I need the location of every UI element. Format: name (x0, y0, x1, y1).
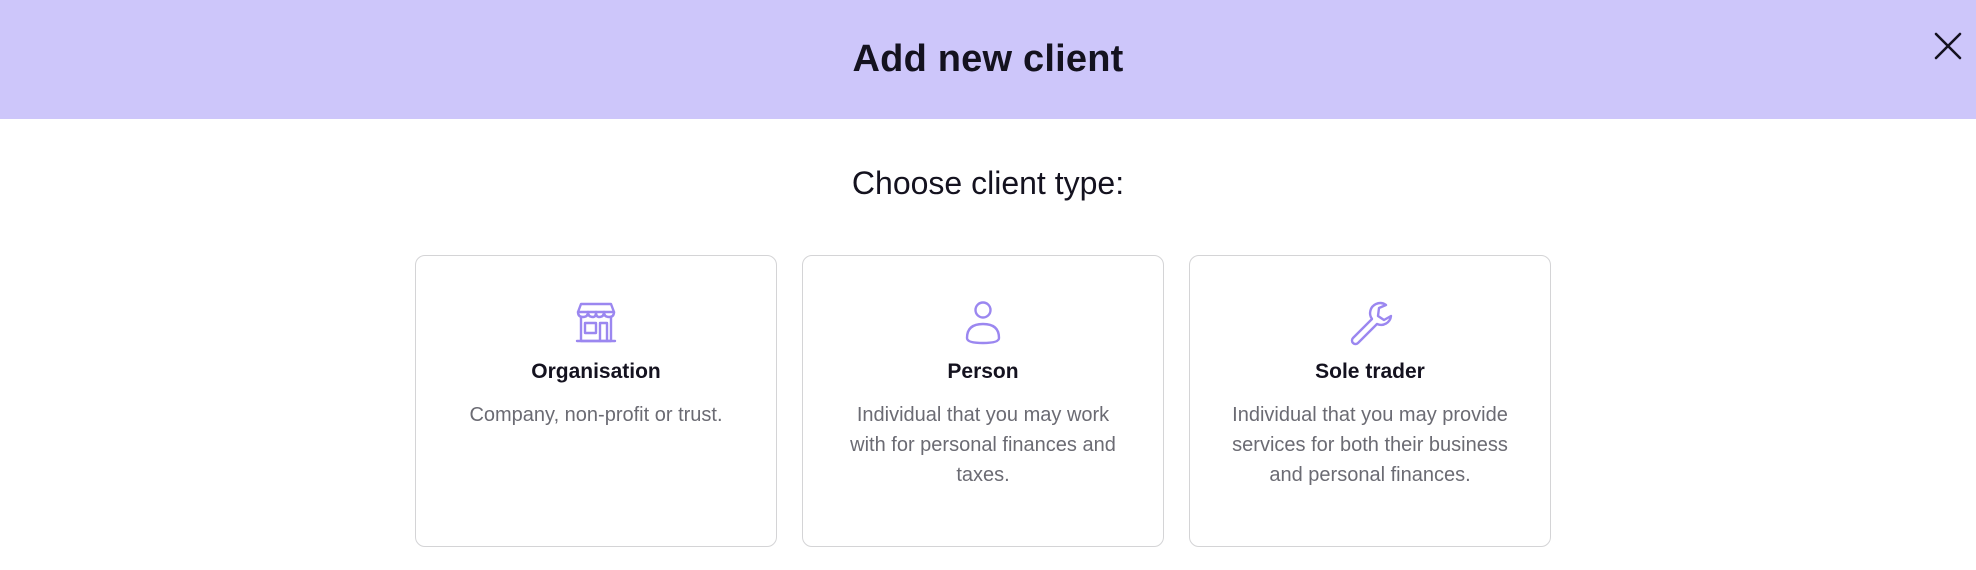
wrench-icon (1350, 301, 1393, 346)
storefront-icon (575, 302, 617, 343)
client-type-card-sole-trader[interactable]: Sole trader Individual that you may prov… (1189, 255, 1551, 547)
card-description: Individual that you may provide services… (1232, 404, 1508, 486)
card-description: Company, non-profit or trust. (469, 404, 723, 426)
dialog-header: Add new client (0, 0, 1976, 119)
card-title: Sole trader (1315, 360, 1425, 383)
client-type-card-organisation[interactable]: Organisation Company, non-profit or trus… (415, 255, 777, 547)
card-description: Individual that you may work with for pe… (850, 404, 1116, 486)
dialog-title: Add new client (852, 38, 1124, 80)
person-icon (965, 301, 1001, 345)
client-type-card-person[interactable]: Person Individual that you may work with… (802, 255, 1164, 547)
card-title: Organisation (531, 360, 661, 383)
close-button[interactable] (1928, 26, 1968, 66)
card-title: Person (947, 360, 1019, 383)
close-icon (1934, 32, 1962, 60)
choose-client-type-heading: Choose client type: (851, 165, 1125, 201)
